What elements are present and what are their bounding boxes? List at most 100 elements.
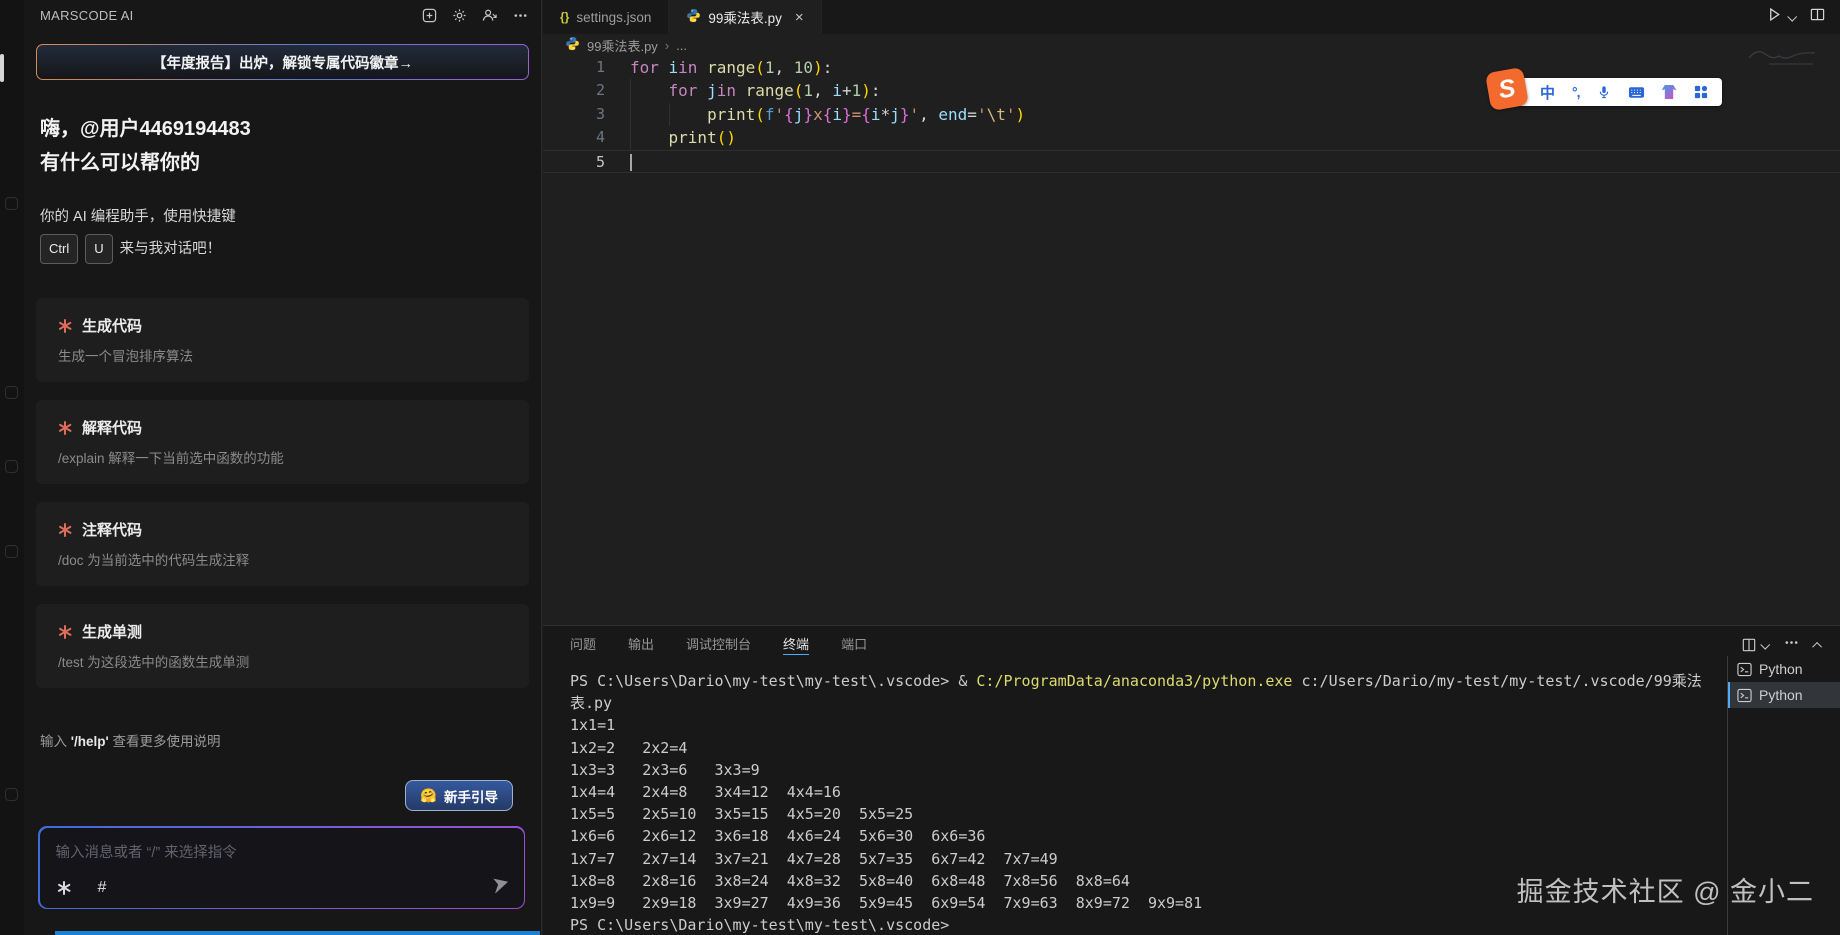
terminal-list-item[interactable]: Python bbox=[1728, 682, 1840, 708]
greeting-line2: 有什么可以帮你的 bbox=[40, 146, 525, 180]
tab-99乘法表.py[interactable]: 99乘法表.py × bbox=[669, 0, 821, 34]
run-dropdown-icon[interactable] bbox=[1787, 11, 1797, 21]
python-file-icon bbox=[686, 8, 701, 26]
tab-settings.json[interactable]: {} settings.json bbox=[543, 0, 669, 34]
sparkle-icon bbox=[58, 625, 72, 639]
prompt-cards: 生成代码生成一个冒泡排序算法解释代码/explain 解释一下当前选中函数的功能… bbox=[24, 298, 541, 688]
terminal-label: Python bbox=[1759, 687, 1803, 703]
intro-text: 你的 AI 编程助手，使用快捷键 CtrlU 来与我对话吧！ bbox=[40, 204, 525, 264]
ime-chinese-mode-icon[interactable]: 中 bbox=[1540, 82, 1555, 103]
greeting: 嗨，@用户4469194483 有什么可以帮你的 bbox=[40, 112, 525, 180]
panel-tab-调试控制台[interactable]: 调试控制台 bbox=[686, 626, 751, 661]
code-line[interactable]: 4 print() bbox=[543, 126, 1840, 149]
skin-icon[interactable] bbox=[1662, 85, 1677, 99]
prompt-card-desc: 生成一个冒泡排序算法 bbox=[58, 345, 507, 365]
key-ctrl: Ctrl bbox=[40, 234, 78, 264]
help-suffix: 查看更多使用说明 bbox=[109, 734, 221, 749]
gear-icon[interactable] bbox=[452, 8, 467, 23]
prompt-card[interactable]: 生成单测/test 为这段选中的函数生成单测 bbox=[36, 604, 529, 688]
activity-bar-item[interactable] bbox=[5, 386, 18, 399]
terminal-line: 1x1=1 bbox=[570, 714, 1702, 736]
terminal-line: 1x4=4 2x4=8 3x4=12 4x4=16 bbox=[570, 781, 1702, 803]
panel-tab-输出[interactable]: 输出 bbox=[628, 626, 654, 661]
editor-tab-bar: {} settings.json 99乘法表.py × bbox=[543, 0, 1840, 34]
terminal-list-item[interactable]: Python bbox=[1728, 656, 1840, 682]
panel-more-actions-icon[interactable] bbox=[1784, 635, 1799, 655]
breadcrumb[interactable]: 99乘法表.py › ... bbox=[543, 34, 1840, 56]
terminal-line: 1x3=3 2x3=6 3x3=9 bbox=[570, 759, 1702, 781]
annual-report-banner[interactable]: 【年度报告】出炉，解锁专属代码徽章→ bbox=[36, 44, 529, 80]
intro-line2: 来与我对话吧！ bbox=[120, 236, 222, 262]
sogou-logo-icon[interactable]: S bbox=[1485, 67, 1529, 111]
prompt-card[interactable]: 注释代码/doc 为当前选中的代码生成注释 bbox=[36, 502, 529, 586]
onboarding-guide-button[interactable]: 🤗 新手引导 bbox=[405, 780, 513, 811]
tab-label: settings.json bbox=[576, 10, 651, 25]
shortcut-row: CtrlU 来与我对话吧！ bbox=[40, 234, 525, 264]
chat-input-box[interactable]: 输入消息或者 “/” 来选择指令 # bbox=[38, 826, 525, 909]
sparkle-icon[interactable] bbox=[57, 881, 71, 895]
greeting-line1: 嗨，@用户4469194483 bbox=[40, 112, 525, 146]
prompt-card-title: 生成代码 bbox=[58, 315, 507, 336]
microphone-icon[interactable] bbox=[1597, 85, 1611, 100]
juejin-watermark: 掘金技术社区 @ 金小二 bbox=[1517, 870, 1814, 909]
active-view-indicator bbox=[0, 54, 4, 82]
code-line[interactable]: 3 print(f'{j}x{i}={i*j}', end='\t') bbox=[543, 103, 1840, 126]
faint-watermark-scribble bbox=[1745, 44, 1823, 75]
line-number: 2 bbox=[543, 79, 605, 102]
panel-tabs: 问题输出调试控制台终端端口 bbox=[543, 626, 1840, 661]
run-button-icon[interactable] bbox=[1767, 7, 1782, 27]
terminal-line: 1x6=6 2x6=12 3x6=18 4x6=24 5x6=30 6x6=36 bbox=[570, 825, 1702, 847]
prompt-card[interactable]: 解释代码/explain 解释一下当前选中函数的功能 bbox=[36, 400, 529, 484]
text-cursor bbox=[630, 154, 632, 171]
code-text: print() bbox=[630, 126, 736, 149]
prompt-card-title: 解释代码 bbox=[58, 417, 507, 438]
panel-tab-终端[interactable]: 终端 bbox=[783, 626, 809, 661]
guide-button-label: 新手引导 bbox=[444, 786, 498, 806]
activity-bar bbox=[0, 0, 24, 935]
split-editor-icon[interactable] bbox=[1810, 7, 1825, 27]
python-file-icon bbox=[565, 36, 580, 54]
toolbox-grid-icon[interactable] bbox=[1694, 85, 1708, 99]
code-editor[interactable]: 1 for iin range(1, 10): 2 for jin range(1,… bbox=[543, 56, 1840, 625]
line-number: 3 bbox=[543, 103, 605, 126]
account-icon[interactable] bbox=[482, 8, 498, 23]
prompt-card-desc: /doc 为当前选中的代码生成注释 bbox=[58, 549, 507, 569]
terminal-icon bbox=[1737, 688, 1752, 703]
terminal-line: 1x2=2 2x2=4 bbox=[570, 737, 1702, 759]
tab-label: 99乘法表.py bbox=[708, 7, 782, 27]
terminal-line: 表.py bbox=[570, 692, 1702, 714]
prompt-card-title: 注释代码 bbox=[58, 519, 507, 540]
code-text: for iin range(1, 10): bbox=[630, 56, 832, 79]
maximize-panel-icon[interactable] bbox=[1812, 641, 1822, 651]
activity-bar-item[interactable] bbox=[5, 197, 18, 210]
context-hash-button[interactable]: # bbox=[98, 879, 107, 897]
panel-tab-问题[interactable]: 问题 bbox=[570, 626, 596, 661]
code-line[interactable]: 5 bbox=[543, 150, 1840, 173]
send-icon[interactable] bbox=[492, 876, 510, 898]
json-braces-icon: {} bbox=[560, 10, 569, 24]
activity-bar-item[interactable] bbox=[5, 788, 18, 801]
hug-emoji-icon: 🤗 bbox=[420, 788, 437, 804]
activity-bar-item[interactable] bbox=[5, 545, 18, 558]
keyboard-icon[interactable] bbox=[1628, 86, 1645, 99]
breadcrumb-file[interactable]: 99乘法表.py bbox=[587, 36, 658, 55]
ime-punctuation-icon[interactable]: °, bbox=[1572, 84, 1580, 100]
close-icon[interactable]: × bbox=[795, 10, 804, 25]
activity-bar-item[interactable] bbox=[5, 460, 18, 473]
terminal-line: PS C:\Users\Dario\my-test\my-test\.vscod… bbox=[570, 670, 1702, 692]
new-chat-icon[interactable] bbox=[422, 8, 437, 23]
terminal-profile-dropdown-icon[interactable] bbox=[1760, 639, 1770, 649]
marscode-ai-sidebar: MARSCODE AI 【年度报告】出炉，解锁专属代码徽章→ 嗨，@用户4469… bbox=[24, 0, 542, 935]
more-actions-icon[interactable] bbox=[513, 8, 528, 23]
terminal-line: PS C:\Users\Dario\my-test\my-test\.vscod… bbox=[570, 914, 1702, 935]
key-u: U bbox=[85, 234, 112, 264]
help-prefix: 输入 bbox=[40, 734, 71, 749]
breadcrumb-more[interactable]: ... bbox=[676, 38, 687, 53]
panel-tab-端口[interactable]: 端口 bbox=[841, 626, 867, 661]
line-number: 1 bbox=[543, 56, 605, 79]
prompt-card[interactable]: 生成代码生成一个冒泡排序算法 bbox=[36, 298, 529, 382]
code-line[interactable]: 1 for iin range(1, 10): bbox=[543, 56, 1840, 79]
sparkle-icon bbox=[58, 523, 72, 537]
split-terminal-button[interactable] bbox=[1742, 638, 1768, 652]
code-text: for jin range(1, i+1): bbox=[630, 79, 881, 102]
